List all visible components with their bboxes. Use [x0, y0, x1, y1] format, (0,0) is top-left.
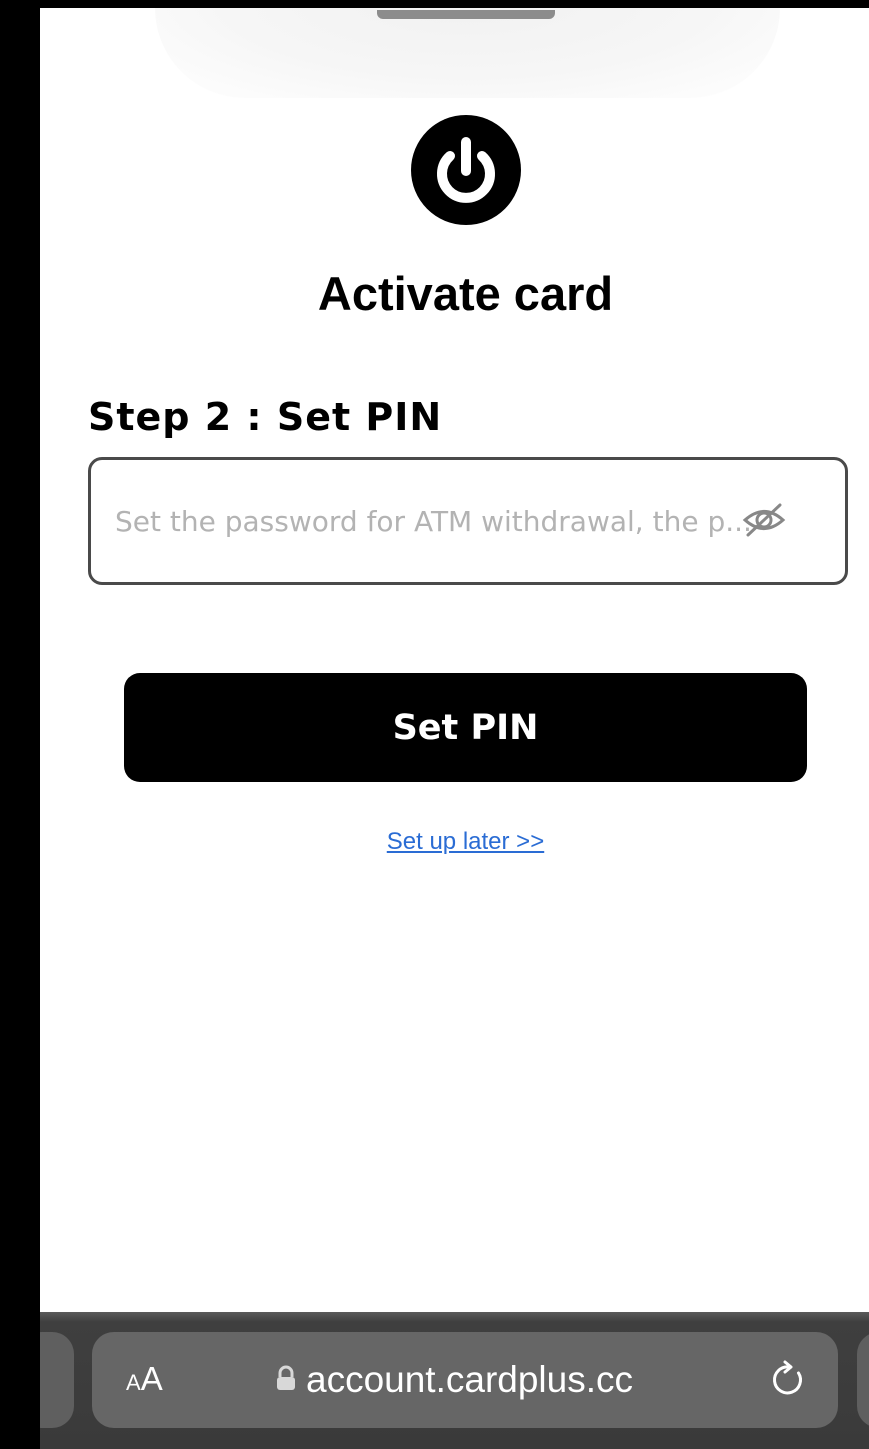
set-pin-button[interactable]: Set PIN [124, 673, 807, 782]
reader-big-a: A [140, 1360, 163, 1397]
page-title: Activate card [317, 267, 614, 320]
reader-options-button[interactable]: AA [126, 1360, 163, 1398]
set-up-later-link[interactable]: Set up later >> [387, 828, 544, 855]
url-text: account.cardplus.cc [306, 1359, 634, 1400]
visibility-toggle-button[interactable] [742, 500, 786, 540]
browser-toolbar: AA account.cardplus.cc [40, 1312, 869, 1449]
sheet-grabber[interactable] [377, 10, 555, 19]
set-up-later-container: Set up later >> [40, 828, 869, 856]
previous-tab-preview[interactable] [40, 1332, 74, 1428]
step-label: Step 2 : Set PIN [88, 395, 443, 439]
reader-small-a: A [126, 1370, 141, 1395]
eye-slash-icon [742, 503, 786, 537]
pin-field[interactable] [88, 457, 848, 585]
power-icon [411, 115, 521, 225]
pin-input[interactable] [115, 496, 805, 546]
lock-icon [276, 1365, 296, 1396]
url-area[interactable]: account.cardplus.cc [276, 1356, 633, 1404]
top-sheet-shadow [155, 8, 780, 98]
reload-icon [773, 1360, 802, 1395]
next-tab-preview[interactable] [857, 1332, 869, 1428]
phone-screen: Activate card Step 2 : Set PIN Set PIN S… [40, 8, 869, 1449]
address-bar[interactable]: AA account.cardplus.cc [92, 1332, 838, 1428]
reload-button[interactable] [768, 1360, 808, 1400]
